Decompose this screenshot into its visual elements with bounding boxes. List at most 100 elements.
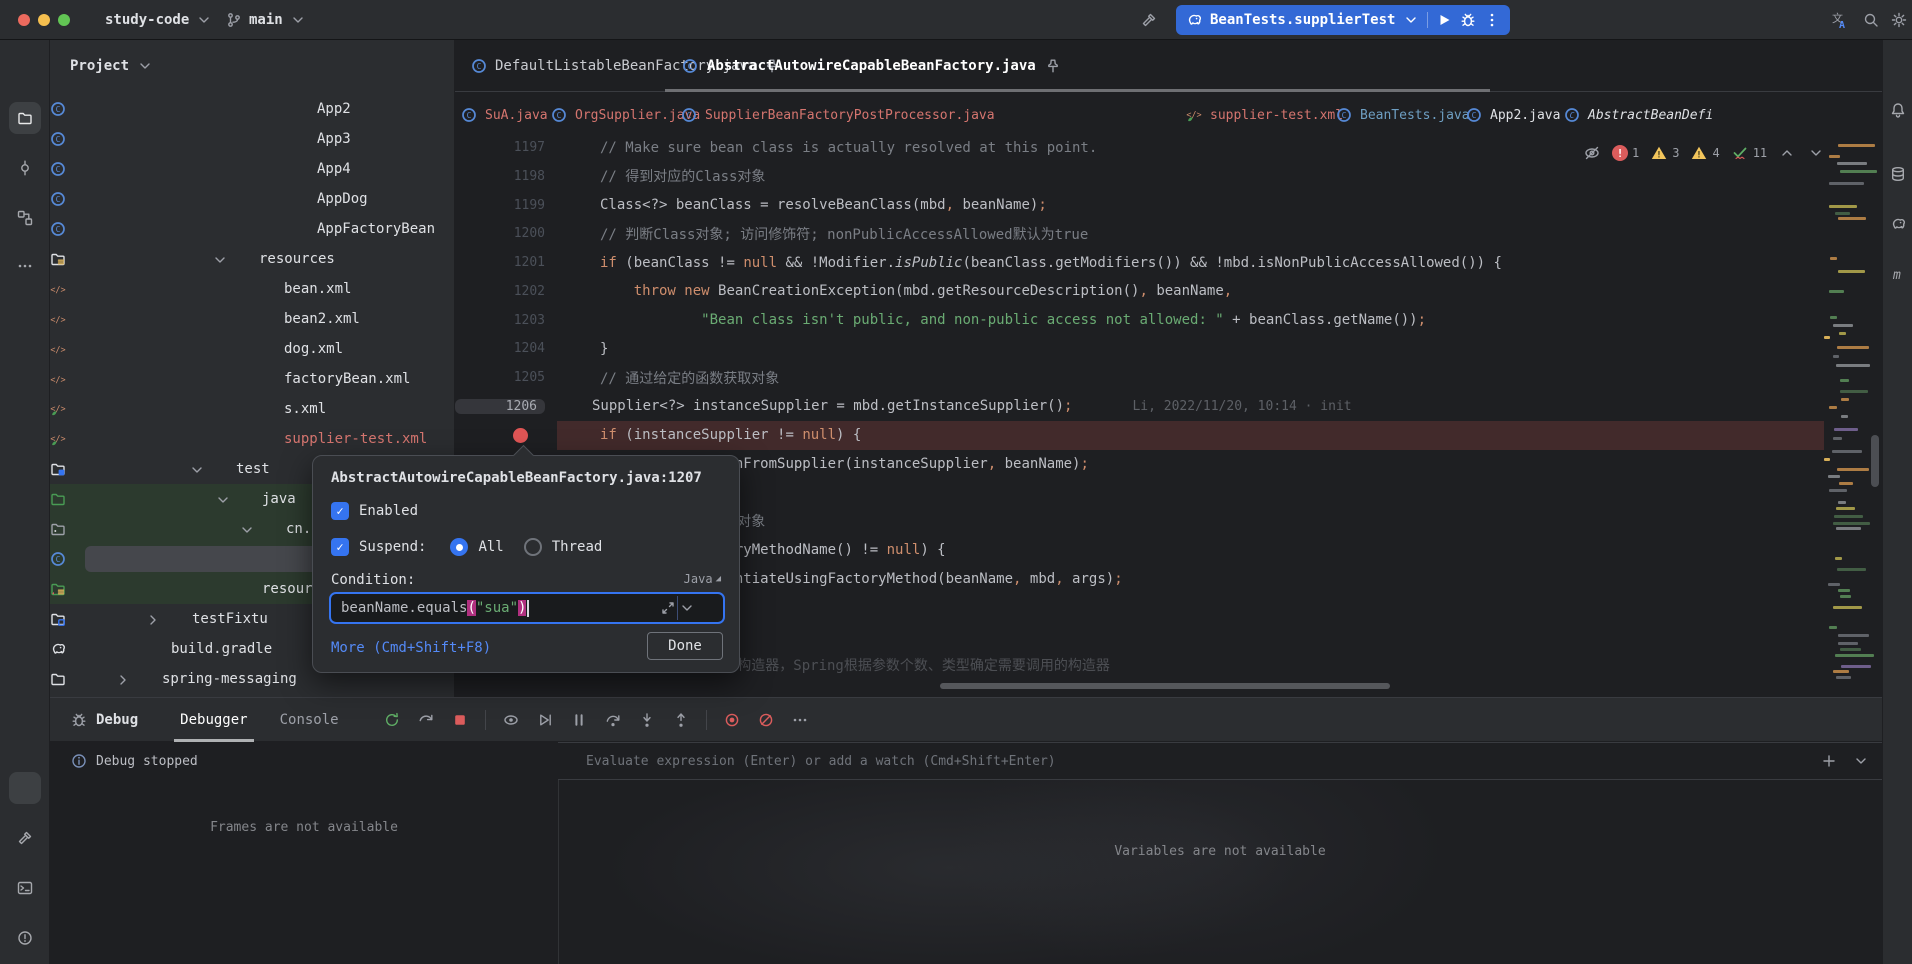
done-button[interactable]: Done <box>647 632 723 660</box>
next-problem-icon[interactable] <box>1807 144 1825 162</box>
resume-icon[interactable] <box>536 711 554 729</box>
more-link[interactable]: More (Cmd+Shift+F8) <box>331 640 491 656</box>
editor-tab[interactable]: C AbstractAutowireCapableBeanFactory.java <box>665 40 1080 92</box>
editor-tab[interactable]: C DefaultListableBeanFactory.java <box>455 40 778 92</box>
highlighting-level-icon[interactable] <box>1583 144 1601 162</box>
stop-icon[interactable] <box>451 711 469 729</box>
chevron-down-icon[interactable] <box>212 252 226 266</box>
stripe-maven-icon[interactable]: m <box>1882 258 1912 290</box>
suspend-all-radio[interactable] <box>450 538 469 556</box>
inspections-widget[interactable]: ! 1 ! 3 ! 4 11 <box>1583 140 1825 166</box>
chevron-right-icon[interactable] <box>115 672 129 686</box>
eye-icon[interactable] <box>502 711 520 729</box>
step-into-icon[interactable] <box>638 711 656 729</box>
error-stripe[interactable] <box>1824 140 1882 685</box>
stripe-project-icon[interactable] <box>9 102 41 134</box>
open-file-SuA.java[interactable]: C SuA.java <box>460 92 548 138</box>
tree-item-AppDog[interactable]: C AppDog <box>50 184 454 214</box>
tree-item-AppFactoryBean[interactable]: C AppFactoryBean <box>50 214 454 244</box>
debug-icon[interactable] <box>1460 12 1476 28</box>
warning-count[interactable]: ! 3 <box>1650 144 1679 162</box>
open-file-App2.java[interactable]: C App2.java <box>1465 92 1560 138</box>
stripe-database-icon[interactable] <box>1882 158 1912 190</box>
minimize-window-button[interactable] <box>38 14 50 26</box>
open-file-BeanTests.java[interactable]: C BeanTests.java <box>1335 92 1470 138</box>
suspend-thread-radio[interactable] <box>523 538 542 556</box>
stripe-structure-icon[interactable] <box>9 202 41 234</box>
pause-icon[interactable] <box>570 711 588 729</box>
expand-icon[interactable] <box>1852 752 1870 770</box>
close-window-button[interactable] <box>18 14 30 26</box>
stripe-problems-icon[interactable] <box>9 922 41 954</box>
stripe-debug-icon[interactable] <box>9 772 41 804</box>
open-file-AbstractBeanDefi[interactable]: C AbstractBeanDefi <box>1563 92 1713 138</box>
settings-icon[interactable] <box>1890 11 1908 29</box>
open-file-OrgSupplier.java[interactable]: C OrgSupplier.java <box>550 92 700 138</box>
breakpoint-icon[interactable] <box>513 427 528 443</box>
enabled-checkbox[interactable]: ✓ <box>331 502 349 520</box>
stripe-commit-icon[interactable] <box>9 152 41 184</box>
debug-tab-Debugger[interactable]: Debugger <box>164 698 263 742</box>
maximize-window-button[interactable] <box>58 14 70 26</box>
add-watch-icon[interactable] <box>1820 752 1838 770</box>
tree-item-bean2.xml[interactable]: </> bean2.xml <box>50 304 454 334</box>
open-file-SupplierBeanFactoryPostProcessor.java[interactable]: C SupplierBeanFactoryPostProcessor.java <box>680 92 995 138</box>
suspend-checkbox[interactable]: ✓ <box>331 538 349 556</box>
more-icon[interactable] <box>791 711 809 729</box>
previous-problem-icon[interactable] <box>1778 144 1796 162</box>
vertical-scrollbar[interactable] <box>1871 435 1879 487</box>
stripe-gradle-icon[interactable] <box>1882 208 1912 240</box>
rerun-failed-icon[interactable] <box>417 711 435 729</box>
svg-text:C: C <box>1570 111 1575 120</box>
rerun-icon[interactable] <box>383 711 401 729</box>
error-count[interactable]: ! 1 <box>1612 145 1639 161</box>
tree-item-dog.xml[interactable]: </> dog.xml <box>50 334 454 364</box>
condition-input[interactable]: beanName.equals("sua") <box>329 592 725 624</box>
suspend-label: Suspend: <box>359 539 427 555</box>
more-icon[interactable] <box>1484 12 1500 28</box>
evaluate-expression-input[interactable]: Evaluate expression (Enter) or add a wat… <box>558 742 1882 780</box>
tree-item-bean.xml[interactable]: </> bean.xml <box>50 274 454 304</box>
xml-icon: </> <box>50 281 66 297</box>
tree-item-resources[interactable]: resources <box>50 244 454 274</box>
tree-item-supplier-test.xml[interactable]: </> supplier-test.xml <box>50 424 454 454</box>
expand-editor-icon[interactable] <box>659 599 677 617</box>
condition-language-selector[interactable]: Java ◢ <box>684 572 721 586</box>
tree-item-App3[interactable]: C App3 <box>50 124 454 154</box>
stripe-terminal-icon[interactable] <box>9 872 41 904</box>
mute-breakpoints-icon[interactable] <box>757 711 775 729</box>
translate-icon[interactable]: 文A <box>1830 11 1848 29</box>
folder-module-icon <box>50 611 66 627</box>
tree-item-s.xml[interactable]: </> s.xml <box>50 394 454 424</box>
step-over-icon[interactable] <box>604 711 622 729</box>
history-dropdown-icon[interactable] <box>678 599 696 617</box>
chevron-right-icon[interactable] <box>145 612 159 626</box>
debug-tab-Console[interactable]: Console <box>264 698 355 742</box>
tree-item-factoryBean.xml[interactable]: </> factoryBean.xml <box>50 364 454 394</box>
branch-selector[interactable]: main <box>225 0 307 40</box>
tree-item-App2[interactable]: C App2 <box>50 94 454 124</box>
run-configuration-pill[interactable]: BeanTests.supplierTest <box>1176 5 1511 35</box>
horizontal-scrollbar[interactable] <box>940 683 1390 689</box>
tree-item-App4[interactable]: C App4 <box>50 154 454 184</box>
weak-warning-count[interactable]: ! 4 <box>1690 144 1720 162</box>
debug-panel-label[interactable]: Debug <box>70 711 138 729</box>
view-breakpoints-icon[interactable] <box>723 711 741 729</box>
stripe-notifications-icon[interactable] <box>1882 94 1912 126</box>
step-out-icon[interactable] <box>672 711 690 729</box>
stripe-build-icon[interactable] <box>9 822 41 854</box>
chevron-down-icon[interactable] <box>239 522 253 536</box>
ok-count[interactable]: 11 <box>1731 144 1767 162</box>
run-icon[interactable] <box>1436 12 1452 28</box>
project-selector[interactable]: study-code <box>105 0 213 40</box>
open-file-supplier-test.xml[interactable]: </> supplier-test.xml <box>1185 92 1343 138</box>
divider <box>705 709 707 730</box>
chevron-down-icon[interactable] <box>189 462 203 476</box>
chevron-down-icon[interactable] <box>1403 12 1419 28</box>
svg-text:C: C <box>56 225 61 234</box>
search-icon[interactable] <box>1862 11 1880 29</box>
project-panel-header[interactable]: Project <box>70 52 154 80</box>
stripe-more-icon[interactable] <box>9 250 41 282</box>
chevron-down-icon[interactable] <box>215 492 229 506</box>
build-hammer-icon[interactable] <box>1140 11 1158 29</box>
